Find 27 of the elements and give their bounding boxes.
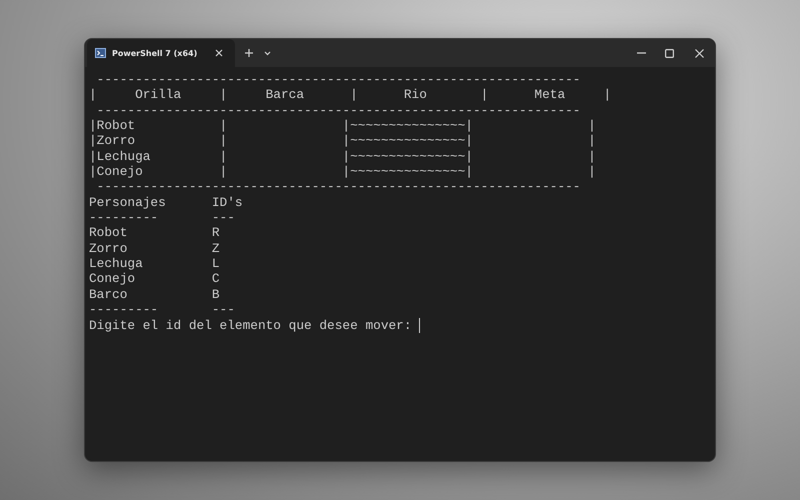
terminal-line: --------------------------------------------------------------- <box>96 72 582 88</box>
terminal-line: --------------------------------------------------------------- <box>96 179 582 195</box>
terminal-line: Robot R <box>89 225 221 241</box>
terminal-line: Barco B <box>89 286 221 302</box>
chevron-down-icon <box>264 50 270 56</box>
terminal-line: Zorro Z <box>89 240 221 256</box>
terminal-line: Personajes ID's <box>89 194 244 210</box>
close-icon <box>694 48 704 58</box>
terminal-line: | Orilla | Barca | Rio | Meta | <box>89 87 612 103</box>
close-icon <box>215 49 223 57</box>
terminal-line: Lechuga L <box>89 256 221 272</box>
tab-title: PowerShell 7 (x64) <box>112 48 198 58</box>
terminal-line: --------------------------------------------------------------- <box>96 102 582 118</box>
prompt-text: Digite el id del elemento que desee mover: <box>89 318 413 333</box>
terminal-line: --------- --- <box>89 210 236 226</box>
terminal-line: Conejo C <box>89 271 221 287</box>
maximize-icon <box>664 48 674 58</box>
terminal-line: |Zorro | |~~~~~~~~~~~~~~~| | <box>89 133 597 149</box>
terminal-line: |Conejo | |~~~~~~~~~~~~~~~| | <box>89 164 597 180</box>
terminal-icon <box>95 48 106 58</box>
terminal-line: |Lechuga | |~~~~~~~~~~~~~~~| | <box>89 148 597 164</box>
minimize-icon <box>636 52 646 54</box>
text-cursor <box>419 318 420 333</box>
plus-icon <box>245 49 253 57</box>
terminal-line: --------- --- <box>89 302 236 318</box>
terminal-line: |Robot | |~~~~~~~~~~~~~~~| | <box>89 118 597 134</box>
terminal-tab[interactable]: PowerShell 7 (x64) <box>87 39 235 67</box>
